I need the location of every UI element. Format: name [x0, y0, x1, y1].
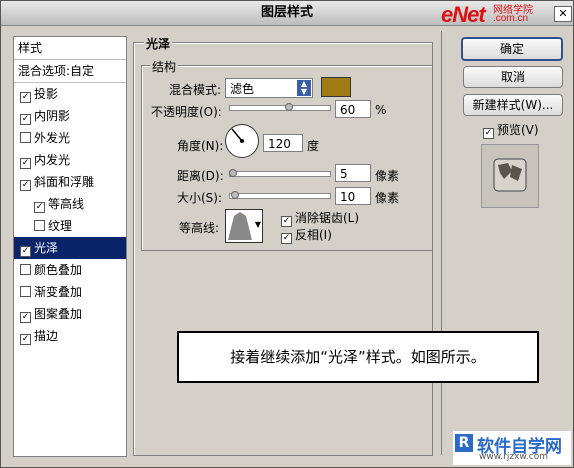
styles-header[interactable]: 样式: [14, 37, 126, 60]
blend-mode-select[interactable]: 滤色 ▲ ▼: [225, 78, 313, 98]
layer-style-dialog: 图层样式 eNet 网络学院 .com.cn ✕ 样式 混合选项:自定 投影内阴…: [0, 0, 574, 468]
contour-label: 等高线:: [179, 221, 220, 235]
opacity-input[interactable]: 60: [335, 100, 371, 118]
sidebar-item-checkbox[interactable]: [20, 132, 31, 143]
cancel-button[interactable]: 取消: [463, 66, 563, 88]
sidebar-item-label: 渐变叠加: [34, 285, 83, 299]
satin-group-title: 光泽: [144, 35, 173, 52]
color-swatch[interactable]: [321, 77, 351, 97]
title-bar: 图层样式 eNet 网络学院 .com.cn ✕: [1, 1, 573, 27]
sidebar-item-label: 纹理: [48, 219, 73, 233]
blend-mode-value: 滤色: [230, 82, 255, 96]
angle-dial-icon: [231, 128, 244, 143]
distance-input[interactable]: 5: [335, 164, 371, 182]
invert-label: 反相(I): [295, 228, 332, 242]
select-arrows-icon: ▲ ▼: [297, 80, 311, 96]
sidebar-item[interactable]: 内阴影: [14, 105, 126, 127]
sidebar-item[interactable]: 投影: [14, 83, 126, 105]
preview-option[interactable]: 预览(V): [483, 121, 539, 139]
sidebar-item[interactable]: 纹理: [14, 215, 126, 237]
distance-slider-thumb[interactable]: [229, 169, 237, 177]
angle-label: 角度(N):: [177, 139, 224, 153]
distance-label: 距离(D):: [177, 169, 224, 183]
sidebar-item-checkbox[interactable]: [34, 202, 45, 213]
watermark-url: .com.cn: [493, 13, 529, 24]
sidebar-item-label: 颜色叠加: [34, 263, 83, 277]
sidebar-item-checkbox[interactable]: [20, 312, 31, 323]
size-slider-thumb[interactable]: [231, 191, 239, 199]
sidebar-item-label: 斜面和浮雕: [34, 175, 95, 189]
sidebar-item-checkbox[interactable]: [20, 180, 31, 191]
tutorial-hint: 接着继续添加“光泽”样式。如图所示。: [177, 331, 539, 383]
sidebar-item-checkbox[interactable]: [20, 92, 31, 103]
distance-unit: 像素: [375, 169, 400, 183]
logo-icon: R: [455, 434, 473, 452]
sidebar-item-checkbox[interactable]: [20, 286, 31, 297]
sidebar-item-label: 描边: [34, 329, 59, 343]
styles-list: 样式 混合选项:自定 投影内阴影外发光内发光斜面和浮雕等高线纹理光泽颜色叠加渐变…: [13, 36, 127, 457]
opacity-label: 不透明度(O):: [151, 105, 222, 119]
size-label: 大小(S):: [177, 191, 223, 205]
sidebar-item-checkbox[interactable]: [20, 246, 31, 257]
sidebar-item[interactable]: 渐变叠加: [14, 281, 126, 303]
opacity-unit: %: [375, 103, 387, 117]
angle-unit: 度: [307, 139, 320, 153]
sidebar-item[interactable]: 斜面和浮雕: [14, 171, 126, 193]
preview-checkbox[interactable]: [483, 128, 494, 139]
blend-options-item[interactable]: 混合选项:自定: [14, 60, 126, 83]
sidebar-item[interactable]: 等高线: [14, 193, 126, 215]
sidebar-item-label: 光泽: [34, 241, 59, 255]
invert-option[interactable]: 反相(I): [281, 226, 332, 244]
sidebar-item[interactable]: 颜色叠加: [14, 259, 126, 281]
ok-button[interactable]: 确定: [461, 37, 563, 61]
new-style-button[interactable]: 新建样式(W)...: [463, 94, 563, 116]
blend-mode-label: 混合模式:: [169, 83, 222, 97]
structure-title: 结构: [150, 58, 179, 75]
sidebar-item-checkbox[interactable]: [20, 114, 31, 125]
sidebar-item-label: 内阴影: [34, 109, 71, 123]
size-unit: 像素: [375, 191, 400, 205]
sidebar-item[interactable]: 描边: [14, 325, 126, 347]
angle-input[interactable]: 120: [263, 134, 303, 152]
dialog-title: 图层样式: [260, 5, 313, 20]
contour-curve-icon: [228, 212, 252, 240]
watermark-brand: eNet: [441, 2, 486, 27]
sidebar-item-checkbox[interactable]: [20, 334, 31, 345]
distance-slider[interactable]: [229, 171, 331, 177]
logo-url: www.rjzxw.com: [479, 452, 548, 462]
preview-swatch-icon: [493, 158, 527, 192]
sidebar-item[interactable]: 外发光: [14, 127, 126, 149]
sidebar-item[interactable]: 图案叠加: [14, 303, 126, 325]
sidebar-item-label: 图案叠加: [34, 307, 83, 321]
antialias-label: 消除锯齿(L): [295, 211, 360, 225]
sidebar-item-checkbox[interactable]: [20, 264, 31, 275]
contour-picker[interactable]: ▼: [225, 209, 263, 243]
size-input[interactable]: 10: [335, 187, 371, 205]
sidebar-item-label: 投影: [34, 87, 59, 101]
size-slider[interactable]: [229, 193, 331, 199]
sidebar-item-label: 内发光: [34, 153, 71, 167]
sidebar-item[interactable]: 内发光: [14, 149, 126, 171]
antialias-option[interactable]: 消除锯齿(L): [281, 209, 359, 227]
sidebar-item[interactable]: 光泽: [14, 237, 126, 259]
sidebar-item-label: 外发光: [34, 131, 71, 145]
opacity-slider[interactable]: [229, 105, 331, 111]
site-logo: R 软件自学网 www.rjzxw.com: [453, 431, 571, 465]
contour-dropdown-icon: ▼: [254, 220, 261, 229]
close-icon[interactable]: ✕: [554, 6, 572, 22]
sidebar-item-checkbox[interactable]: [34, 220, 45, 231]
preview-label: 预览(V): [497, 123, 539, 137]
preview-thumbnail: [481, 144, 539, 208]
sidebar-item-label: 等高线: [48, 197, 85, 211]
sidebar-item-checkbox[interactable]: [20, 158, 31, 169]
angle-dial[interactable]: [225, 124, 259, 158]
invert-checkbox[interactable]: [281, 233, 292, 244]
